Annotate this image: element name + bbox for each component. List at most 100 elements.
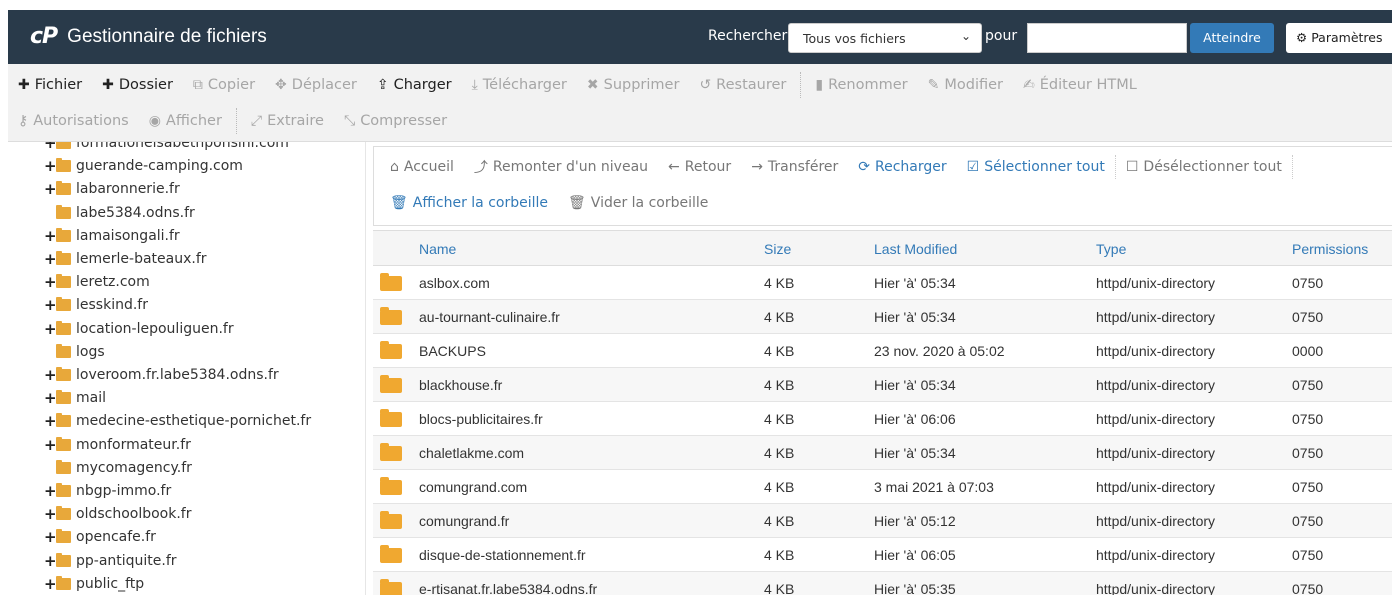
settings-label: Paramètres: [1311, 30, 1383, 45]
tree-item[interactable]: + pp-antiquite.fr: [44, 550, 177, 572]
expand-plus-icon[interactable]: +: [44, 366, 57, 384]
tree-item-label: lamaisongali.fr: [76, 227, 180, 244]
tree-item-label: lemerle-bateaux.fr: [76, 251, 207, 267]
tree-item[interactable]: + guerande-camping.com: [44, 155, 243, 177]
column-type[interactable]: Type: [1096, 241, 1126, 257]
folder-icon: [56, 297, 71, 312]
expand-plus-icon[interactable]: +: [44, 575, 57, 593]
edit-button[interactable]: ✎ Modifier: [918, 77, 1013, 93]
html-editor-button[interactable]: ✍ Éditeur HTML: [1013, 77, 1147, 93]
tree-item-label: labaronnerie.fr: [76, 181, 180, 198]
new-folder-button[interactable]: ✚ Dossier: [92, 77, 183, 93]
nav-row-2: 🗑 Afficher la corbeille 🗑 Vider la corbeil…: [380, 187, 718, 219]
expand-plus-icon[interactable]: +: [44, 142, 57, 152]
tree-item[interactable]: + lemerle-bateaux.fr: [44, 248, 207, 270]
copy-button[interactable]: ⧉ Copier: [183, 77, 265, 93]
empty-trash-button[interactable]: 🗑 Vider la corbeille: [558, 195, 718, 211]
restore-button[interactable]: ↺ Restaurer: [689, 77, 796, 93]
back-button[interactable]: ← Retour: [658, 159, 741, 175]
view-button[interactable]: ◉ Afficher: [139, 113, 232, 129]
up-level-button[interactable]: ⤴ Remonter d'un niveau: [464, 157, 658, 177]
compress-button[interactable]: ⤡ Compresser: [334, 113, 457, 129]
deselect-all-button[interactable]: ☐ Désélectionner tout: [1116, 159, 1292, 175]
column-size[interactable]: Size: [764, 241, 791, 257]
tree-item[interactable]: + location-lepouliguen.fr: [44, 318, 234, 340]
folder-icon: [56, 274, 71, 289]
folder-tree[interactable]: + formationeisabethponsini.com + guerande-c…: [8, 142, 366, 595]
search-input[interactable]: [1027, 23, 1187, 53]
permissions-button[interactable]: ⚷ Autorisations: [8, 113, 139, 129]
column-permissions[interactable]: Permissions: [1292, 241, 1368, 257]
tree-item[interactable]: + loveroom.fr.labe5384.odns.fr: [44, 364, 279, 386]
tree-item[interactable]: + monformateur.fr: [44, 434, 191, 456]
table-row[interactable]: e-rtisanat.fr.labe5384.odns.fr 4 KB Hier '…: [373, 572, 1392, 595]
expand-plus-icon[interactable]: +: [44, 273, 57, 291]
tree-item[interactable]: + opencafe.fr: [44, 526, 156, 548]
table-row[interactable]: disque-de-stationnement.fr 4 KB Hier 'à' 0…: [373, 538, 1392, 572]
tree-item[interactable]: + mail: [44, 387, 106, 409]
reload-button[interactable]: ⟳ Recharger: [848, 159, 956, 175]
tree-item[interactable]: + medecine-esthetique-pornichet.fr: [44, 410, 311, 432]
search-scope-select[interactable]: Tous vos fichiers ⌄: [788, 23, 982, 53]
folder-icon: [56, 158, 71, 173]
tree-item[interactable]: + labaronnerie.fr: [44, 178, 180, 200]
expand-plus-icon[interactable]: +: [44, 552, 57, 570]
cell-modified: Hier 'à' 05:34: [874, 445, 956, 461]
tree-item[interactable]: + lesskind.fr: [44, 294, 148, 316]
tree-item[interactable]: + formationeisabethponsini.com: [44, 142, 289, 154]
cell-permissions: 0750: [1292, 547, 1324, 563]
expand-plus-icon[interactable]: +: [44, 157, 57, 175]
expand-plus-icon[interactable]: +: [44, 436, 57, 454]
table-row[interactable]: au-tournant-culinaire.fr 4 KB Hier 'à' 05:…: [373, 300, 1392, 334]
move-button[interactable]: ✥ Déplacer: [265, 77, 367, 93]
table-body: aslbox.com 4 KB Hier 'à' 05:34 httpd/unix-d…: [373, 266, 1392, 595]
tree-item-label: public_ftp: [76, 575, 145, 592]
new-file-button[interactable]: ✚ Fichier: [8, 77, 92, 93]
tree-item[interactable]: logs: [44, 341, 105, 363]
expand-plus-icon[interactable]: +: [44, 389, 57, 407]
tree-item[interactable]: mycomagency.fr: [44, 457, 192, 479]
table-row[interactable]: BACKUPS 4 KB 23 nov. 2020 à 05:02 httpd/uni…: [373, 334, 1392, 368]
table-row[interactable]: aslbox.com 4 KB Hier 'à' 05:34 httpd/unix-d…: [373, 266, 1392, 300]
tree-item[interactable]: + nbgp-immo.fr: [44, 480, 171, 502]
expand-plus-icon[interactable]: +: [44, 320, 57, 338]
table-row[interactable]: comungrand.com 4 KB 3 mai 2021 à 07:03 http…: [373, 470, 1392, 504]
table-row[interactable]: comungrand.fr 4 KB Hier 'à' 05:12 httpd/uni…: [373, 504, 1392, 538]
table-row[interactable]: chaletlakme.com 4 KB Hier 'à' 05:34 httpd/u…: [373, 436, 1392, 470]
cpanel-logo[interactable]: cP: [30, 24, 58, 49]
forward-button[interactable]: → Transférer: [741, 159, 848, 175]
expand-plus-icon[interactable]: +: [44, 180, 57, 198]
expand-plus-icon[interactable]: +: [44, 227, 57, 245]
upload-button[interactable]: ⇪ Charger: [367, 77, 462, 93]
extract-button[interactable]: ⤢ Extraire: [241, 113, 334, 129]
column-name[interactable]: Name: [419, 241, 456, 257]
settings-button[interactable]: ⚙ Paramètres: [1286, 23, 1392, 53]
table-row[interactable]: blocs-publicitaires.fr 4 KB Hier 'à' 06:06…: [373, 402, 1392, 436]
go-button[interactable]: Atteindre: [1190, 23, 1274, 53]
folder-icon: [56, 320, 71, 335]
rename-button[interactable]: ▮ Renommer: [805, 77, 917, 93]
expand-plus-icon[interactable]: +: [44, 296, 57, 314]
expand-plus-icon[interactable]: +: [44, 505, 57, 523]
expand-plus-icon[interactable]: +: [44, 482, 57, 500]
tree-item-label: formationeisabethponsini.com: [76, 142, 289, 151]
cell-type: httpd/unix-directory: [1096, 309, 1216, 325]
home-button[interactable]: ⌂ Accueil: [380, 159, 464, 175]
tree-item[interactable]: + lamaisongali.fr: [44, 225, 180, 247]
tree-item-label: leretz.com: [76, 274, 150, 291]
tree-item[interactable]: + public_ftp: [44, 573, 144, 595]
expand-plus-icon[interactable]: +: [44, 528, 57, 546]
tree-item[interactable]: labe5384.odns.fr: [44, 202, 195, 224]
tree-item[interactable]: + leretz.com: [44, 271, 150, 293]
expand-plus-icon[interactable]: +: [44, 412, 57, 430]
expand-plus-icon[interactable]: +: [44, 250, 57, 268]
table-row[interactable]: blackhouse.fr 4 KB Hier 'à' 05:34 httpd/uni…: [373, 368, 1392, 402]
delete-button[interactable]: ✖ Supprimer: [577, 77, 690, 93]
select-all-button[interactable]: ☑ Sélectionner tout: [957, 159, 1115, 175]
download-button[interactable]: ⤓ Télécharger: [462, 77, 577, 93]
nav-divider: [1291, 155, 1293, 179]
column-modified[interactable]: Last Modified: [874, 241, 957, 257]
view-trash-button[interactable]: 🗑 Afficher la corbeille: [380, 195, 558, 211]
checkbox-empty-icon: ☐: [1125, 159, 1139, 175]
tree-item[interactable]: + oldschoolbook.fr: [44, 503, 192, 525]
